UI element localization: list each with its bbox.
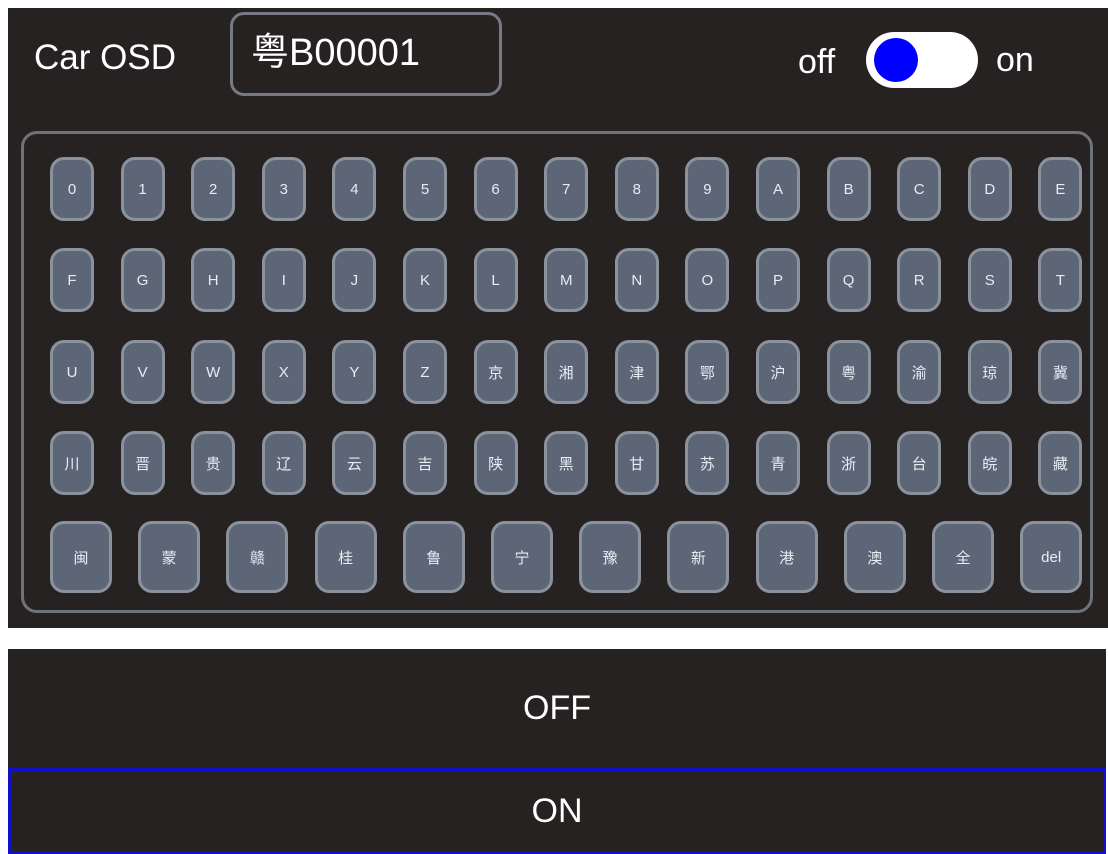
key[interactable]: N [614, 248, 659, 312]
key[interactable]: H [191, 248, 236, 312]
key[interactable]: 藏 [1038, 431, 1083, 495]
key[interactable]: 赣 [226, 521, 289, 593]
key[interactable]: O [685, 248, 730, 312]
key[interactable]: 3 [261, 157, 306, 221]
key[interactable]: P [756, 248, 800, 312]
key[interactable]: 川 [50, 431, 94, 495]
plate-input[interactable]: 粤B00001 [230, 12, 502, 96]
option-off-label: OFF [523, 689, 591, 727]
key[interactable]: F [50, 248, 94, 312]
key[interactable]: D [967, 157, 1012, 221]
key[interactable]: 9 [685, 157, 730, 221]
key[interactable]: Q [826, 248, 871, 312]
toggle-on-label: on [996, 41, 1034, 79]
key[interactable]: B [826, 157, 871, 221]
key[interactable]: S [967, 248, 1012, 312]
key[interactable]: W [191, 340, 236, 404]
key[interactable]: I [261, 248, 306, 312]
key[interactable]: 全 [932, 521, 994, 593]
key[interactable]: 澳 [843, 521, 906, 593]
key[interactable]: 皖 [967, 431, 1012, 495]
key[interactable]: A [756, 157, 800, 221]
key[interactable]: E [1038, 157, 1083, 221]
key[interactable]: 豫 [579, 521, 642, 593]
key[interactable]: 黑 [544, 431, 589, 495]
car-osd-panel: Car OSD 粤B00001 off on 0123456789ABCDE FG… [8, 8, 1108, 628]
key[interactable]: J [332, 248, 377, 312]
osd-toggle-switch[interactable] [866, 32, 978, 88]
key[interactable]: G [120, 248, 165, 312]
key[interactable]: 津 [614, 340, 659, 404]
key[interactable]: 浙 [826, 431, 871, 495]
key[interactable]: C [897, 157, 942, 221]
key[interactable]: L [473, 248, 518, 312]
key[interactable]: 1 [120, 157, 165, 221]
toggle-off-label: off [798, 43, 836, 81]
key[interactable]: 陕 [473, 431, 518, 495]
key[interactable]: 粤 [826, 340, 871, 404]
key[interactable]: T [1038, 248, 1083, 312]
key[interactable]: 晋 [120, 431, 165, 495]
key[interactable]: 台 [897, 431, 942, 495]
option-off[interactable]: OFF [8, 649, 1106, 768]
key[interactable]: 8 [614, 157, 659, 221]
key[interactable]: Z [403, 340, 447, 404]
key[interactable]: 渝 [897, 340, 942, 404]
key[interactable]: 京 [473, 340, 518, 404]
key[interactable]: 7 [544, 157, 589, 221]
key[interactable]: 宁 [491, 521, 553, 593]
key[interactable]: M [544, 248, 589, 312]
key[interactable]: 冀 [1038, 340, 1083, 404]
key[interactable]: 苏 [685, 431, 730, 495]
toggle-knob[interactable] [874, 38, 918, 82]
key[interactable]: 湘 [544, 340, 589, 404]
car-osd-title: Car OSD [34, 38, 176, 77]
key[interactable]: 6 [473, 157, 518, 221]
plate-value: 粤B00001 [251, 32, 421, 74]
key[interactable]: 鄂 [685, 340, 730, 404]
key[interactable]: 闽 [50, 521, 112, 593]
option-on[interactable]: ON [8, 768, 1106, 854]
key[interactable]: U [50, 340, 94, 404]
key[interactable]: 4 [332, 157, 377, 221]
option-on-label: ON [531, 791, 583, 830]
key[interactable]: 桂 [314, 521, 377, 593]
key[interactable]: 贵 [191, 431, 236, 495]
key[interactable]: 吉 [403, 431, 447, 495]
key[interactable]: 鲁 [402, 521, 465, 593]
key[interactable]: 港 [755, 521, 818, 593]
key[interactable]: 5 [403, 157, 447, 221]
key[interactable]: 云 [332, 431, 377, 495]
key-del[interactable]: del [1020, 521, 1083, 593]
key[interactable]: 2 [191, 157, 236, 221]
key[interactable]: 辽 [261, 431, 306, 495]
key[interactable]: 琼 [967, 340, 1012, 404]
key[interactable]: K [403, 248, 447, 312]
key[interactable]: 新 [667, 521, 730, 593]
key[interactable]: R [897, 248, 942, 312]
plate-keyboard: 0123456789ABCDE FGHIJKLMNOPQRST UVWXYZ京湘津鄂… [21, 131, 1093, 613]
key[interactable]: 蒙 [138, 521, 201, 593]
key[interactable]: 沪 [756, 340, 800, 404]
key[interactable]: 0 [50, 157, 94, 221]
key[interactable]: X [261, 340, 306, 404]
key[interactable]: 甘 [614, 431, 659, 495]
key[interactable]: V [120, 340, 165, 404]
key[interactable]: Y [332, 340, 377, 404]
key[interactable]: 青 [756, 431, 800, 495]
